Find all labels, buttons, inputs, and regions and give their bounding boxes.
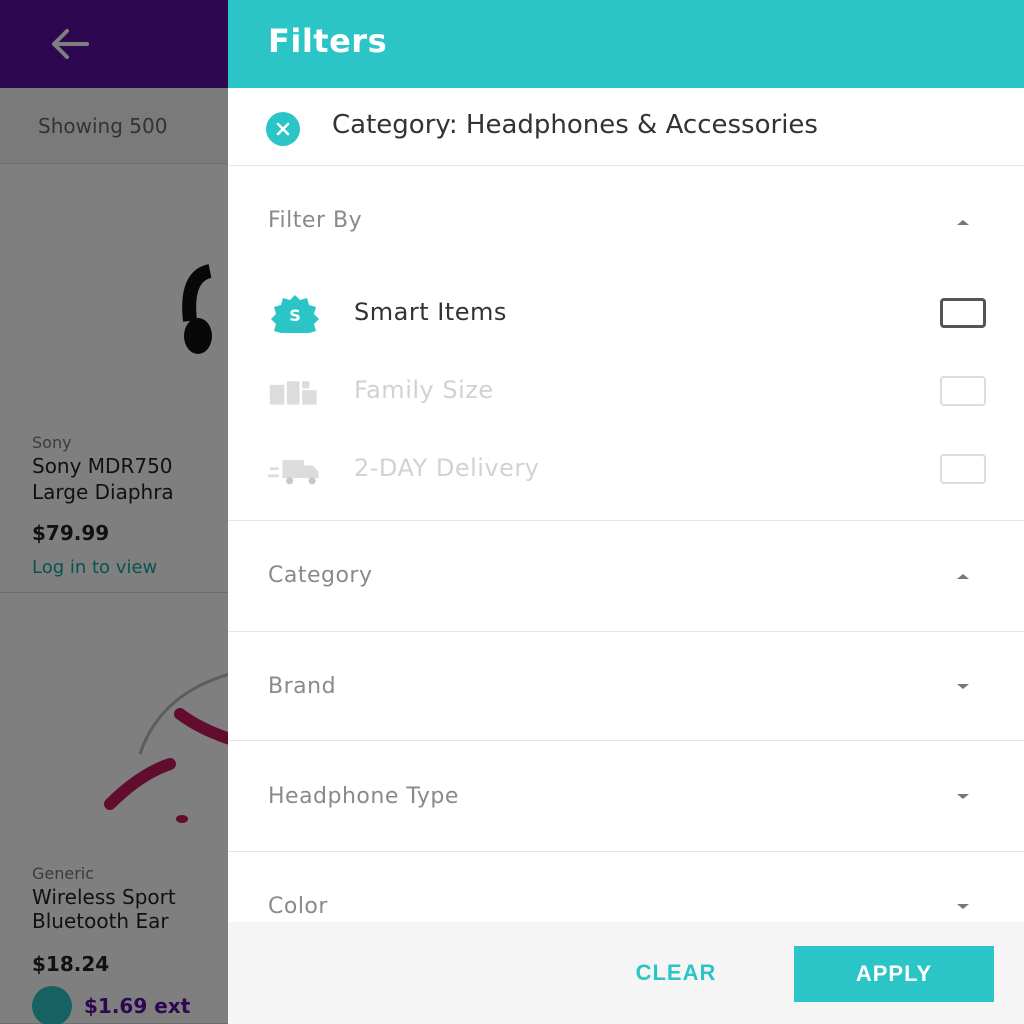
filter-option-label: 2-DAY Delivery bbox=[354, 454, 540, 482]
chevron-down-icon bbox=[948, 672, 978, 702]
section-headphone-type[interactable]: Headphone Type bbox=[228, 741, 1024, 851]
drawer-footer: CLEAR APPLY bbox=[228, 922, 1024, 1024]
filter-option-smart-items[interactable]: S Smart Items bbox=[228, 282, 1024, 346]
smart-badge-icon: S bbox=[268, 294, 322, 334]
section-color[interactable]: Color bbox=[228, 852, 1024, 922]
filter-drawer: Filters Category: Headphones & Accessori… bbox=[228, 0, 1024, 1024]
chevron-up-icon bbox=[948, 561, 978, 591]
section-filter-by[interactable]: Filter By bbox=[228, 196, 1024, 248]
filter-option-2-day-delivery: 2-DAY Delivery bbox=[228, 438, 1024, 502]
filter-option-label: Family Size bbox=[354, 376, 494, 404]
smart-items-checkbox[interactable] bbox=[940, 298, 986, 328]
apply-button[interactable]: APPLY bbox=[794, 946, 994, 1002]
family-size-checkbox bbox=[940, 376, 986, 406]
chevron-down-icon bbox=[948, 782, 978, 812]
chevron-up-icon bbox=[948, 207, 978, 237]
chevron-down-icon bbox=[948, 892, 978, 922]
drawer-title: Filters bbox=[268, 22, 388, 60]
close-icon bbox=[276, 122, 290, 136]
filter-option-label: Smart Items bbox=[354, 298, 507, 326]
section-label: Headphone Type bbox=[268, 784, 459, 809]
section-category[interactable]: Category bbox=[228, 521, 1024, 631]
remove-filter-button[interactable] bbox=[266, 112, 300, 146]
section-brand[interactable]: Brand bbox=[228, 632, 1024, 740]
drawer-header: Filters bbox=[228, 0, 1024, 88]
family-size-icon bbox=[268, 372, 322, 412]
svg-text:S: S bbox=[289, 306, 301, 325]
section-label: Category bbox=[268, 563, 373, 588]
section-label: Color bbox=[268, 894, 328, 919]
active-filter-chip: Category: Headphones & Accessories bbox=[228, 88, 1024, 166]
section-label: Filter By bbox=[268, 208, 363, 233]
clear-button[interactable]: CLEAR bbox=[596, 948, 756, 998]
section-label: Brand bbox=[268, 674, 337, 699]
filter-option-family-size: Family Size bbox=[228, 360, 1024, 424]
active-filter-label: Category: Headphones & Accessories bbox=[332, 110, 818, 140]
delivery-truck-icon bbox=[268, 450, 322, 490]
delivery-checkbox bbox=[940, 454, 986, 484]
